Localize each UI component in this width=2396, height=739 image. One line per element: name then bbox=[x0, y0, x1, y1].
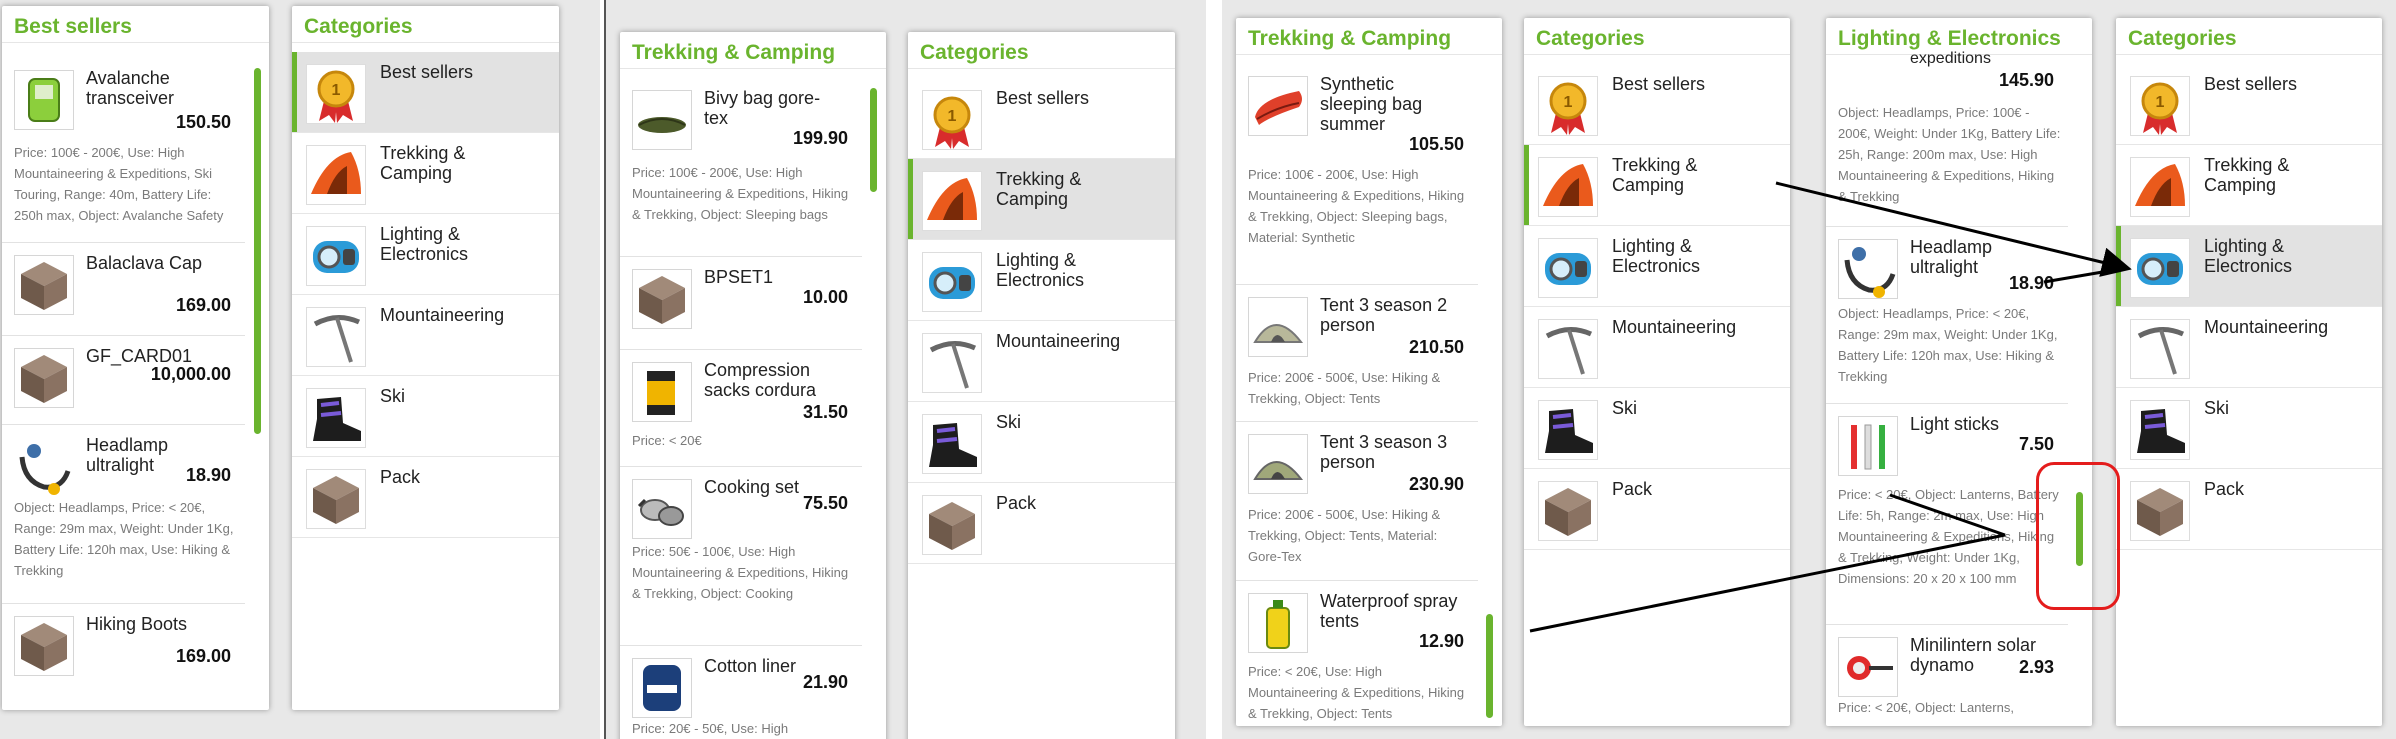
arrow-line bbox=[1889, 493, 2006, 537]
arrow-line bbox=[1529, 533, 2006, 633]
annotation-arrows bbox=[1529, 181, 2132, 633]
arrow-line bbox=[1775, 181, 2132, 277]
arrow-line bbox=[2043, 266, 2127, 284]
